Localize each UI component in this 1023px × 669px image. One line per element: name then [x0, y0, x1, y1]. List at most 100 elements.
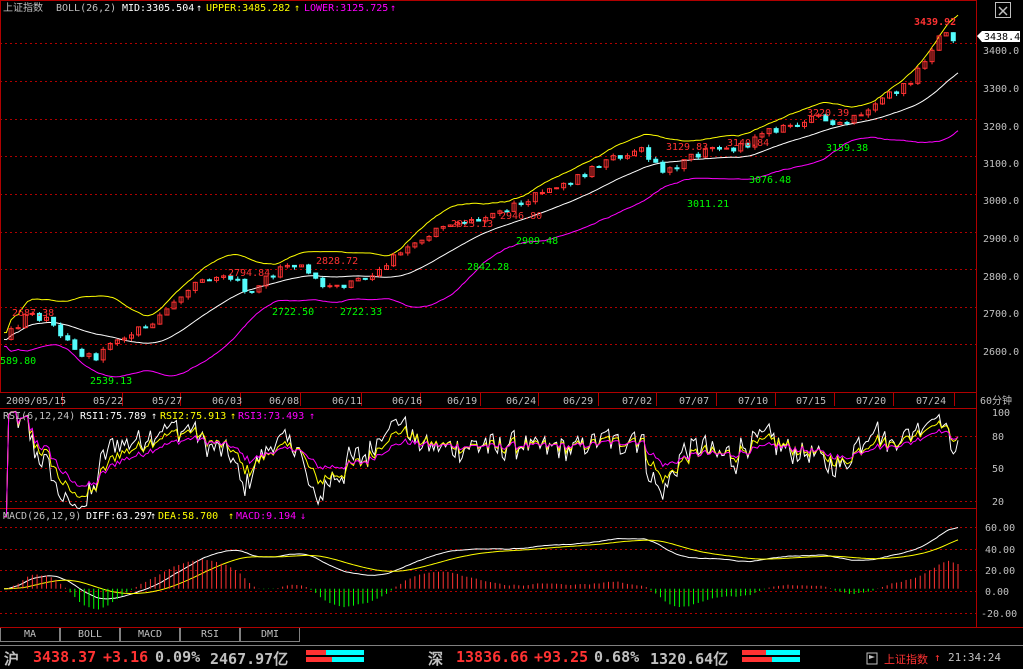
macd-value: MACD:9.194	[236, 511, 296, 522]
annotation: 2539.13	[90, 376, 132, 387]
candle-body	[554, 187, 560, 190]
candle-body	[908, 82, 914, 85]
candle-body	[568, 182, 574, 185]
index-name: 上证指数	[3, 1, 43, 14]
sz-index-change: +93.25	[534, 648, 589, 666]
x-tick: 06/16	[392, 396, 422, 407]
alert-index-name[interactable]: 上证指数	[884, 651, 928, 667]
candle-body	[235, 278, 241, 281]
y-tick: 3100.0	[983, 159, 1019, 170]
price-annotations: 3439.92 2687.38 589.80 2539.13 2794.84 2…	[0, 17, 956, 387]
tab-dmi[interactable]: DMI	[240, 628, 300, 642]
rsi1-line	[4, 410, 959, 518]
current-price-value: 3438.4	[984, 32, 1020, 43]
rsi2-value: RSI2:75.913	[160, 411, 226, 422]
x-tick: 07/24	[916, 396, 946, 407]
tab-boll[interactable]: BOLL	[60, 628, 120, 642]
candle-body	[596, 165, 602, 168]
x-tick: 07/20	[856, 396, 886, 407]
macd-label: MACD(26,12,9)	[3, 511, 81, 522]
candle-body	[327, 285, 333, 288]
candle-body	[582, 174, 588, 178]
candle-body	[291, 264, 297, 268]
rsi-label: RSI(6,12,24)	[3, 411, 75, 422]
current-price-tag: 3438.4	[977, 31, 1020, 43]
annotation: 3159.38	[826, 143, 868, 154]
alert-arrow: ↑	[934, 651, 941, 664]
alert-flag-icon[interactable]	[866, 650, 878, 665]
candle-body	[143, 326, 149, 329]
y-tick: 100	[992, 408, 1010, 419]
candle-body	[362, 277, 368, 280]
candle-body	[306, 264, 312, 274]
annotation: 3076.48	[749, 175, 791, 186]
sh-label: 沪	[4, 650, 20, 668]
candle-body	[773, 128, 779, 133]
x-tick: 06/11	[332, 396, 362, 407]
annotation: 2794.84	[228, 268, 270, 279]
sh-index-price: 3438.37	[33, 648, 97, 666]
candle-body	[334, 284, 340, 287]
rsi2-line	[4, 411, 959, 518]
annotation: 3129.83	[666, 142, 708, 153]
rsi3-value: RSI3:73.493	[238, 411, 304, 422]
x-tick: 06/08	[269, 396, 299, 407]
y-tick: 40.00	[985, 545, 1015, 556]
x-tick: 06/24	[506, 396, 536, 407]
macd-diff-arrow: ↑	[150, 511, 156, 522]
candle-body	[844, 121, 850, 124]
x-tick: 07/15	[796, 396, 826, 407]
stock-chart-canvas[interactable]: 上证指数 BOLL(26,2) MID:3305.504 ↑ UPPER:348…	[0, 0, 1023, 667]
boll-label: BOLL(26,2)	[56, 3, 116, 14]
sz-turnover: 1320.64亿	[650, 650, 729, 668]
sh-index-change: +3.16	[103, 648, 149, 666]
price-y-axis: 3400.0 3300.0 3200.0 3100.0 3000.0 2900.…	[983, 46, 1019, 358]
y-tick: 0.00	[985, 587, 1009, 598]
boll-lower-line	[3, 130, 959, 378]
close-window-button[interactable]	[995, 2, 1011, 18]
boll-lower-value: LOWER:3125.725	[304, 3, 388, 14]
sh-strength-bar	[306, 650, 364, 662]
annotation: 2923.13	[451, 219, 493, 230]
rsi2-arrow: ↑	[230, 411, 236, 422]
candle-body	[65, 335, 71, 341]
y-tick: 20.00	[985, 566, 1015, 577]
boll-upper-arrow: ↑	[294, 3, 300, 14]
macd-arrow: ↓	[300, 511, 306, 522]
macd-dea-value: DEA:58.700	[158, 511, 218, 522]
y-tick: 3200.0	[983, 122, 1019, 133]
macd-dea-arrow: ↑	[228, 511, 234, 522]
boll-mid-arrow: ↑	[196, 3, 202, 14]
annotation: 2909.48	[516, 236, 558, 247]
candle-body	[242, 278, 248, 292]
chart-stage[interactable]: 上证指数 BOLL(26,2) MID:3305.504 ↑ UPPER:348…	[0, 0, 1023, 668]
candle-body	[660, 161, 666, 173]
y-tick: 3300.0	[983, 84, 1019, 95]
x-tick: 06/29	[563, 396, 593, 407]
x-axis-labels: 2009/05/15 05/22 05/27 06/03 06/08 06/11…	[6, 394, 1012, 407]
clock: 21:34:24	[948, 651, 1001, 664]
annotation: 2946.80	[500, 211, 542, 222]
y-tick: 60.00	[985, 523, 1015, 534]
boll-mid-value: MID:3305.504	[122, 3, 194, 14]
tab-rsi[interactable]: RSI	[180, 628, 240, 642]
sh-turnover: 2467.97亿	[210, 650, 289, 668]
x-tick: 06/03	[212, 396, 242, 407]
boll-upper-line	[3, 14, 959, 334]
tab-macd[interactable]: MACD	[120, 628, 180, 642]
y-tick: 2700.0	[983, 309, 1019, 320]
candle-body	[787, 124, 793, 127]
macd-histogram	[8, 559, 959, 610]
x-tick: 07/07	[679, 396, 709, 407]
period-label: 60分钟	[980, 394, 1012, 407]
boll-lower-arrow: ↑	[390, 3, 396, 14]
tab-ma[interactable]: MA	[0, 628, 60, 642]
x-tick: 05/22	[93, 396, 123, 407]
x-tick: 07/10	[738, 396, 768, 407]
market-status-bar: 沪 3438.37 +3.16 0.09% 2467.97亿 深 13836.6…	[0, 645, 1023, 668]
sz-label: 深	[428, 650, 444, 668]
candle-body	[894, 91, 900, 94]
annotation: 3140.84	[727, 138, 769, 149]
y-tick: 3400.0	[983, 46, 1019, 57]
sz-index-pct: 0.68%	[594, 648, 640, 666]
